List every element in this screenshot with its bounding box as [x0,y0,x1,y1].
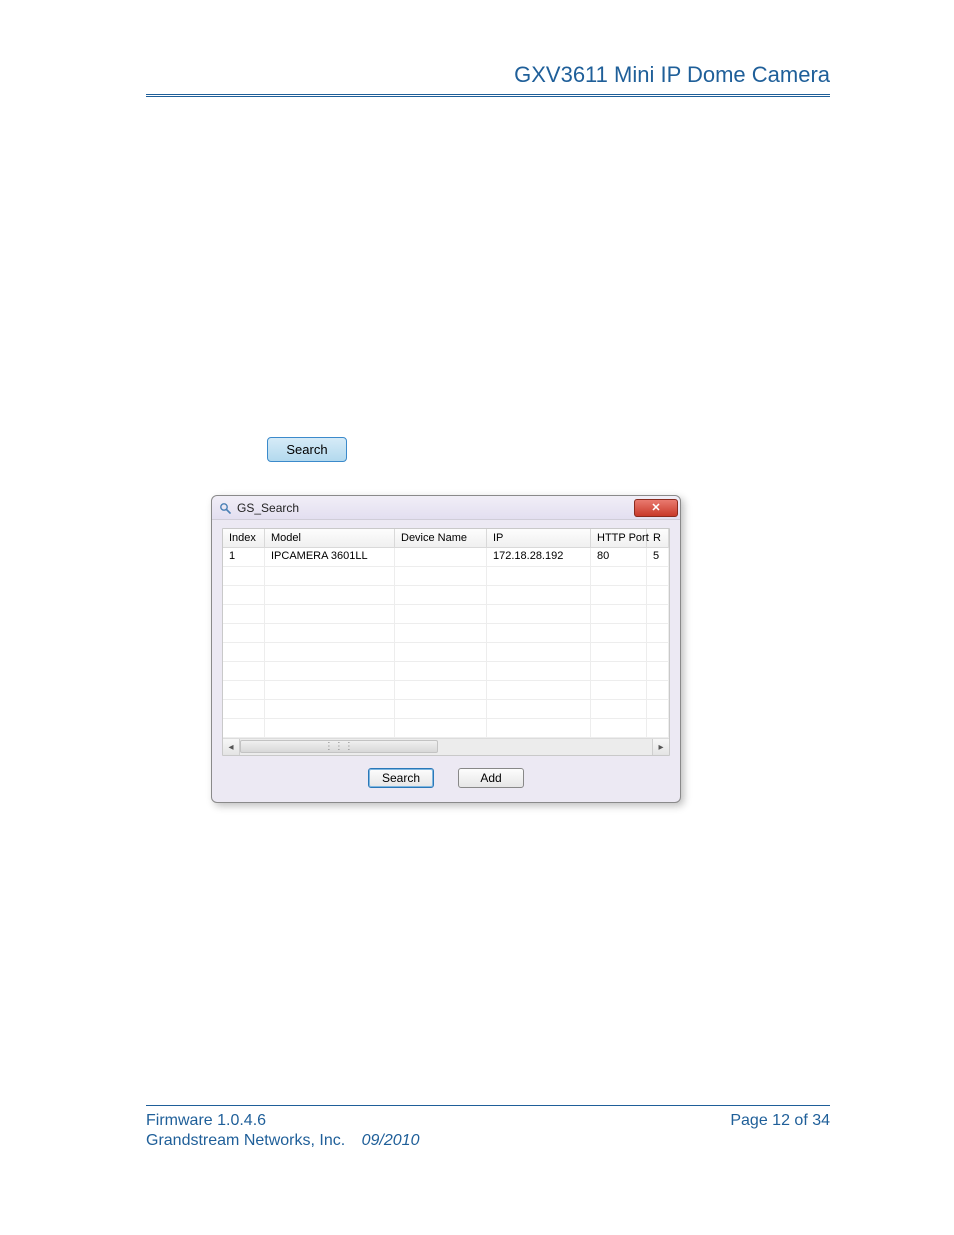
cell-index: 1 [223,548,265,567]
grid-body: 1 IPCAMERA 3601LL 172.18.28.192 80 5 [223,548,669,738]
results-table: Index Model Device Name IP HTTP Port R 1… [222,528,670,756]
footer-left: Firmware 1.0.4.6 Grandstream Networks, I… [146,1112,419,1150]
col-header-extra[interactable]: R [647,529,669,548]
col-header-ip[interactable]: IP [487,529,591,548]
col-header-model[interactable]: Model [265,529,395,548]
window-button-row: Search Add [212,768,680,788]
table-row[interactable]: 1 IPCAMERA 3601LL 172.18.28.192 80 5 [223,548,669,567]
footer-rule [146,1105,830,1106]
col-header-device[interactable]: Device Name [395,529,487,548]
table-row [223,605,669,624]
window-title: GS_Search [237,501,299,515]
search-button[interactable]: Search [368,768,434,788]
grid: Index Model Device Name IP HTTP Port R 1… [223,529,669,755]
footer-row: Firmware 1.0.4.6 Grandstream Networks, I… [146,1112,830,1150]
page-header: GXV3611 Mini IP Dome Camera [146,62,830,97]
table-row [223,586,669,605]
add-button[interactable]: Add [458,768,524,788]
page-title: GXV3611 Mini IP Dome Camera [146,62,830,92]
cell-http-port: 80 [591,548,647,567]
footer-company-line: Grandstream Networks, Inc. 09/2010 [146,1132,419,1150]
col-header-index[interactable]: Index [223,529,265,548]
scroll-right-button[interactable]: ▸ [652,739,669,755]
table-row [223,662,669,681]
footer-firmware: Firmware 1.0.4.6 [146,1112,419,1130]
table-row [223,700,669,719]
cell-ip: 172.18.28.192 [487,548,591,567]
page-footer: Firmware 1.0.4.6 Grandstream Networks, I… [146,1105,830,1150]
table-row [223,719,669,738]
table-row [223,643,669,662]
chevron-left-icon: ◂ [228,742,233,753]
cell-model: IPCAMERA 3601LL [265,548,395,567]
footer-company: Grandstream Networks, Inc. [146,1132,345,1149]
table-row [223,624,669,643]
header-rule [146,94,830,97]
search-button-top[interactable]: Search [267,437,347,462]
chevron-right-icon: ▸ [658,742,663,753]
window-titlebar[interactable]: GS_Search ✕ [212,496,680,520]
scroll-track[interactable]: ⋮⋮⋮ [240,739,652,755]
grip-icon: ⋮⋮⋮ [324,741,354,752]
col-header-http-port[interactable]: HTTP Port [591,529,647,548]
cell-device [395,548,487,567]
close-icon: ✕ [651,501,660,514]
top-search-button-container: Search [267,437,347,462]
footer-page: Page 12 of 34 [730,1112,830,1150]
cell-extra: 5 [647,548,669,567]
table-row [223,681,669,700]
horizontal-scrollbar[interactable]: ◂ ⋮⋮⋮ ▸ [223,738,669,755]
scroll-left-button[interactable]: ◂ [223,739,240,755]
footer-date: 09/2010 [362,1132,420,1149]
close-button[interactable]: ✕ [634,499,678,517]
magnifier-icon [218,501,232,515]
table-row [223,567,669,586]
scroll-thumb[interactable]: ⋮⋮⋮ [240,740,438,753]
gs-search-window: GS_Search ✕ Index Model Device Name IP H… [211,495,681,803]
grid-header: Index Model Device Name IP HTTP Port R [223,529,669,548]
